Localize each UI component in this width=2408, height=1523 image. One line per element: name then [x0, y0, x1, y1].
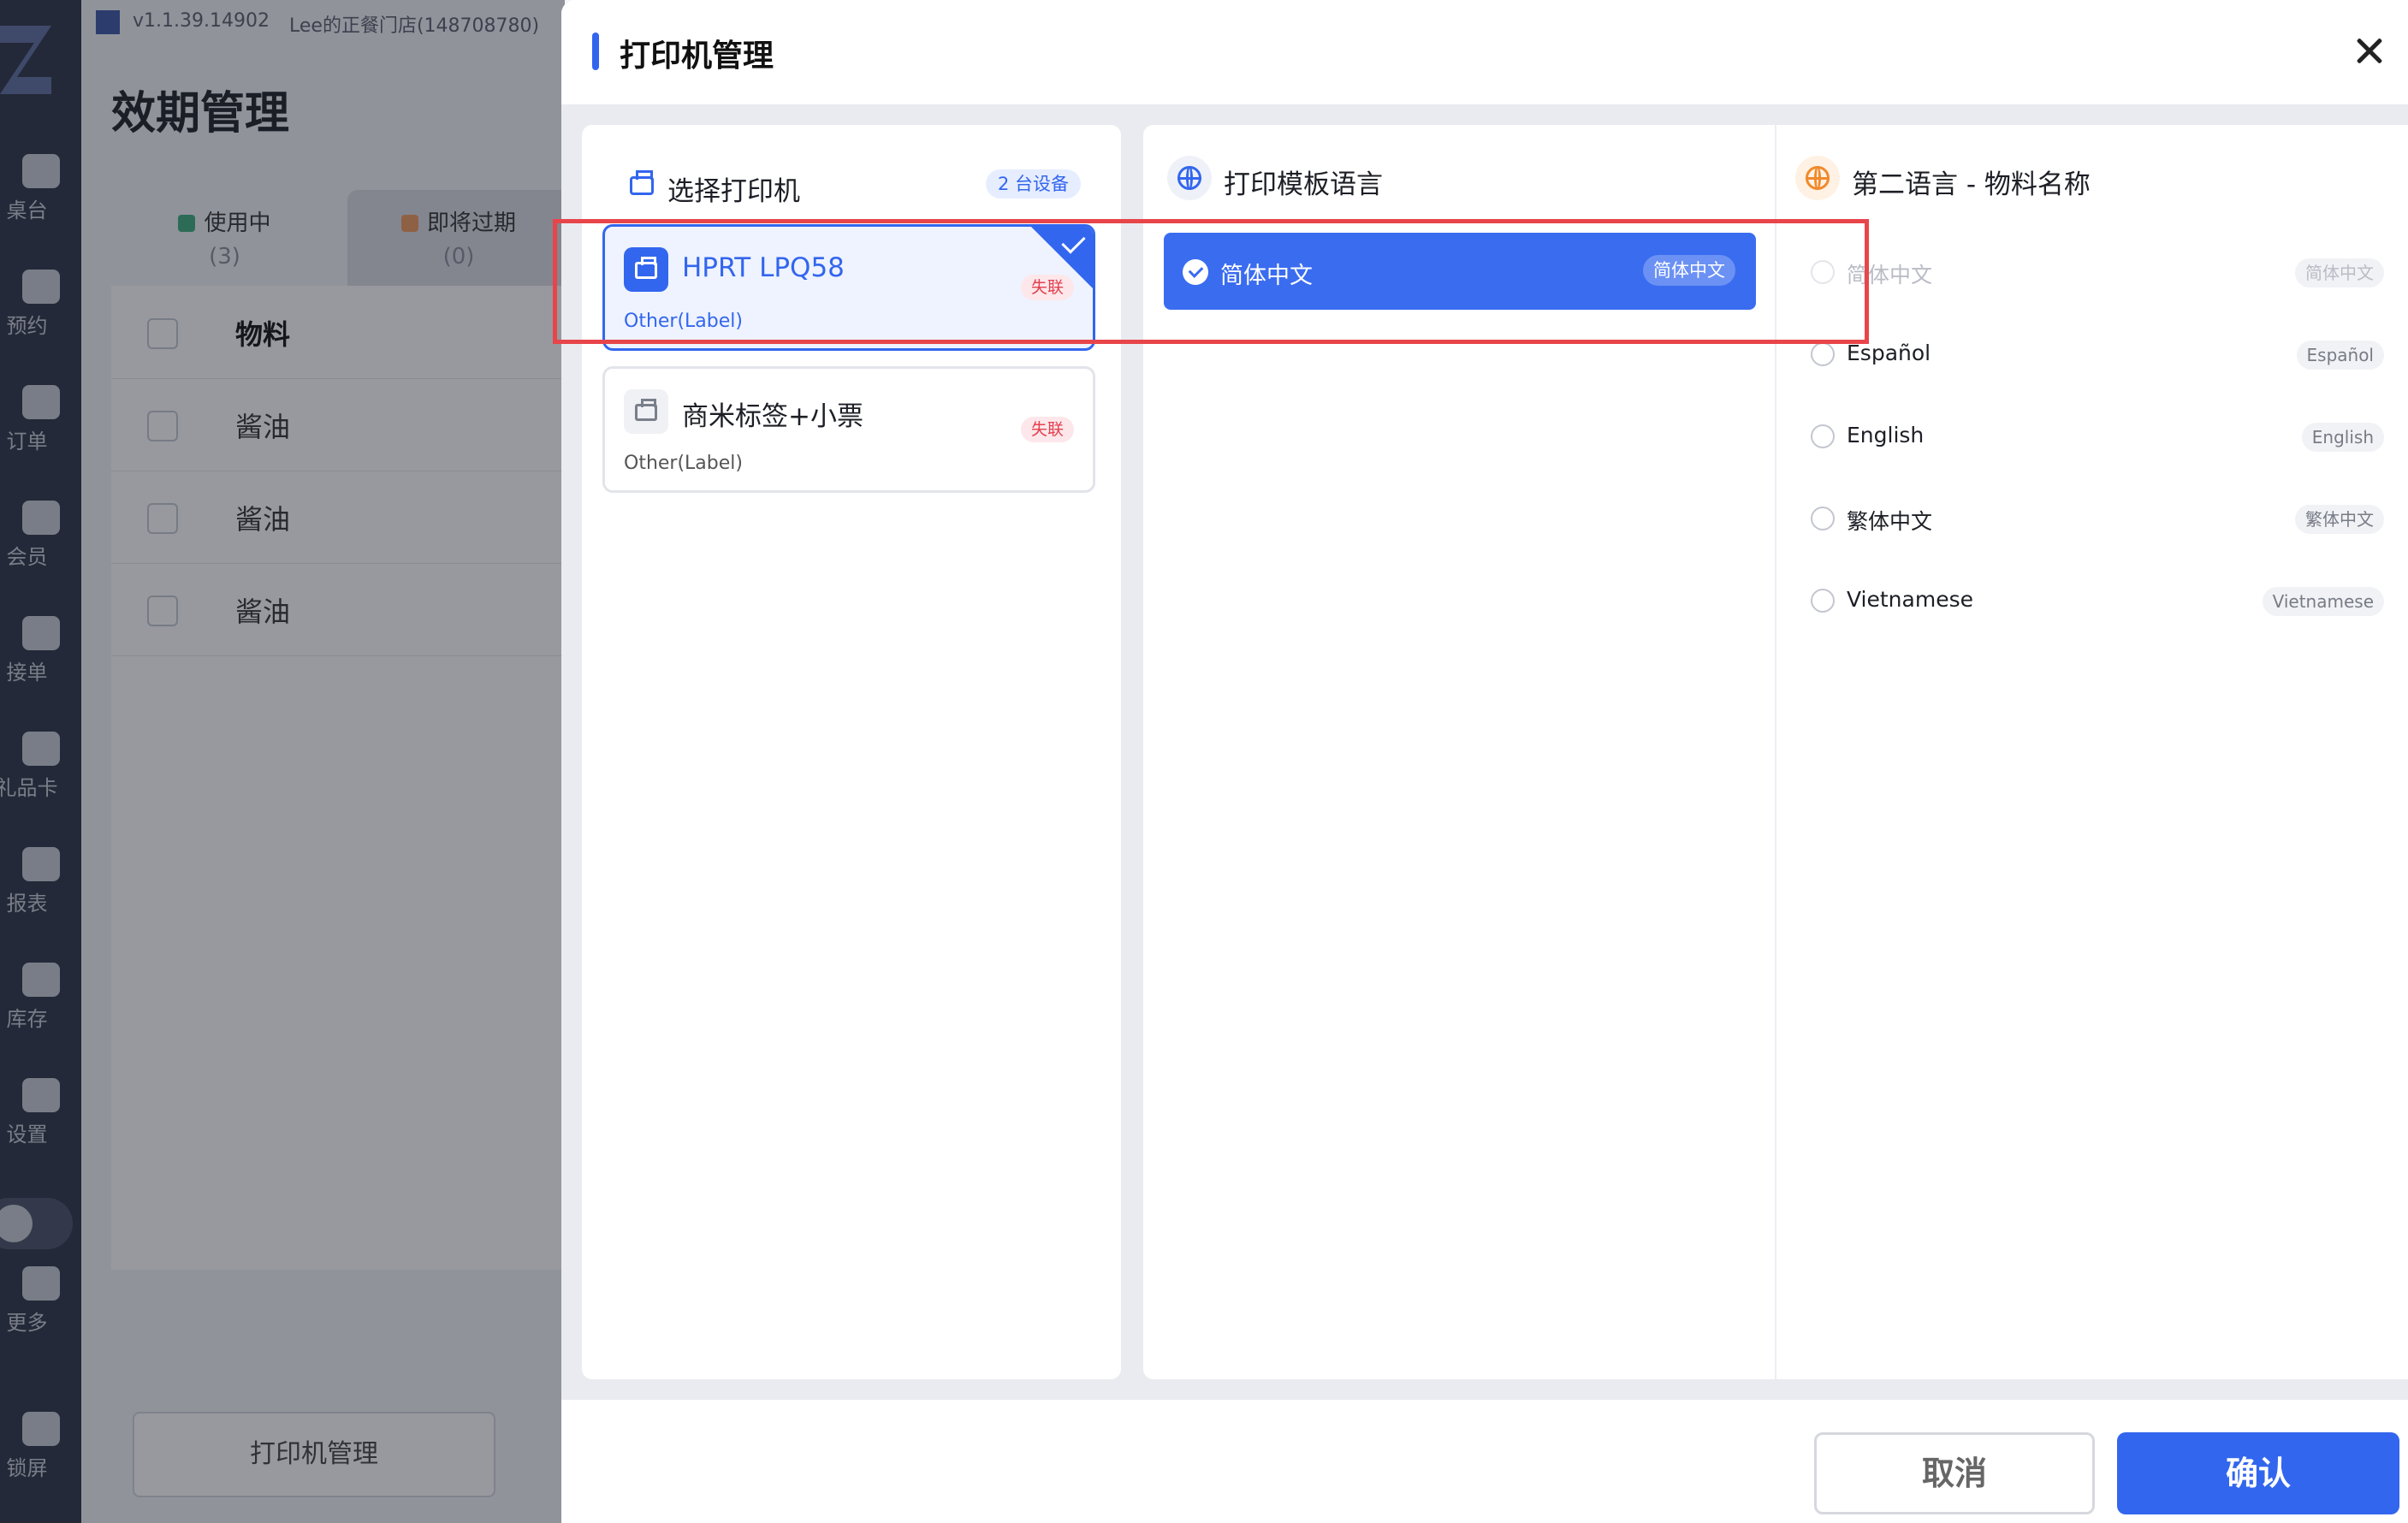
close-icon[interactable]	[2348, 29, 2391, 72]
globe-icon	[1167, 156, 1212, 200]
second-language-option[interactable]: Vietnamese Vietnamese	[1811, 578, 2384, 623]
device-count-badge: 2 台设备	[986, 169, 1082, 199]
language-tag: Vietnamese	[2262, 587, 2384, 616]
language-tag: 繁体中文	[2295, 505, 2384, 534]
language-tag: 简体中文	[2295, 258, 2384, 287]
status-badge-offline: 失联	[1020, 417, 1074, 442]
second-language-option: 简体中文 简体中文	[1811, 250, 2384, 294]
radio-button[interactable]	[1811, 507, 1835, 530]
printer-card-sunmi[interactable]: 商米标签+小票 Other(Label) 失联	[602, 366, 1095, 493]
globe-icon	[1795, 156, 1840, 200]
radio-button[interactable]	[1811, 589, 1835, 613]
language-label: Español	[1847, 341, 1931, 365]
second-language-option[interactable]: English English	[1811, 414, 2384, 459]
section-title-select-printer: 选择打印机	[667, 176, 800, 207]
dialog-title: 打印机管理	[620, 39, 774, 74]
language-tag: Español	[2296, 341, 2384, 370]
cancel-button[interactable]: 取消	[1814, 1432, 2095, 1514]
section-title-template-language: 打印模板语言	[1224, 169, 1383, 200]
title-accent-bar	[592, 33, 599, 70]
second-language-option[interactable]: Español Español	[1811, 332, 2384, 376]
annotation-highlight-box	[553, 219, 1869, 344]
printer-icon	[620, 164, 664, 209]
second-language-option[interactable]: 繁体中文 繁体中文	[1811, 496, 2384, 541]
language-tag: English	[2301, 423, 2384, 452]
confirm-button[interactable]: 确认	[2117, 1432, 2399, 1514]
radio-button[interactable]	[1811, 342, 1835, 366]
language-label: 繁体中文	[1847, 509, 1933, 534]
dialog-footer: 取消 确认	[561, 1400, 2408, 1523]
printer-type: Other(Label)	[624, 453, 743, 474]
section-title-second-language: 第二语言 - 物料名称	[1852, 169, 2091, 200]
printer-name: 商米标签+小票	[682, 401, 863, 432]
dialog-header: 打印机管理	[561, 0, 2408, 104]
language-label: English	[1847, 423, 1925, 447]
modal-overlay[interactable]	[0, 0, 565, 1523]
language-label: Vietnamese	[1847, 587, 1973, 612]
radio-button[interactable]	[1811, 424, 1835, 448]
printer-icon	[624, 389, 668, 434]
